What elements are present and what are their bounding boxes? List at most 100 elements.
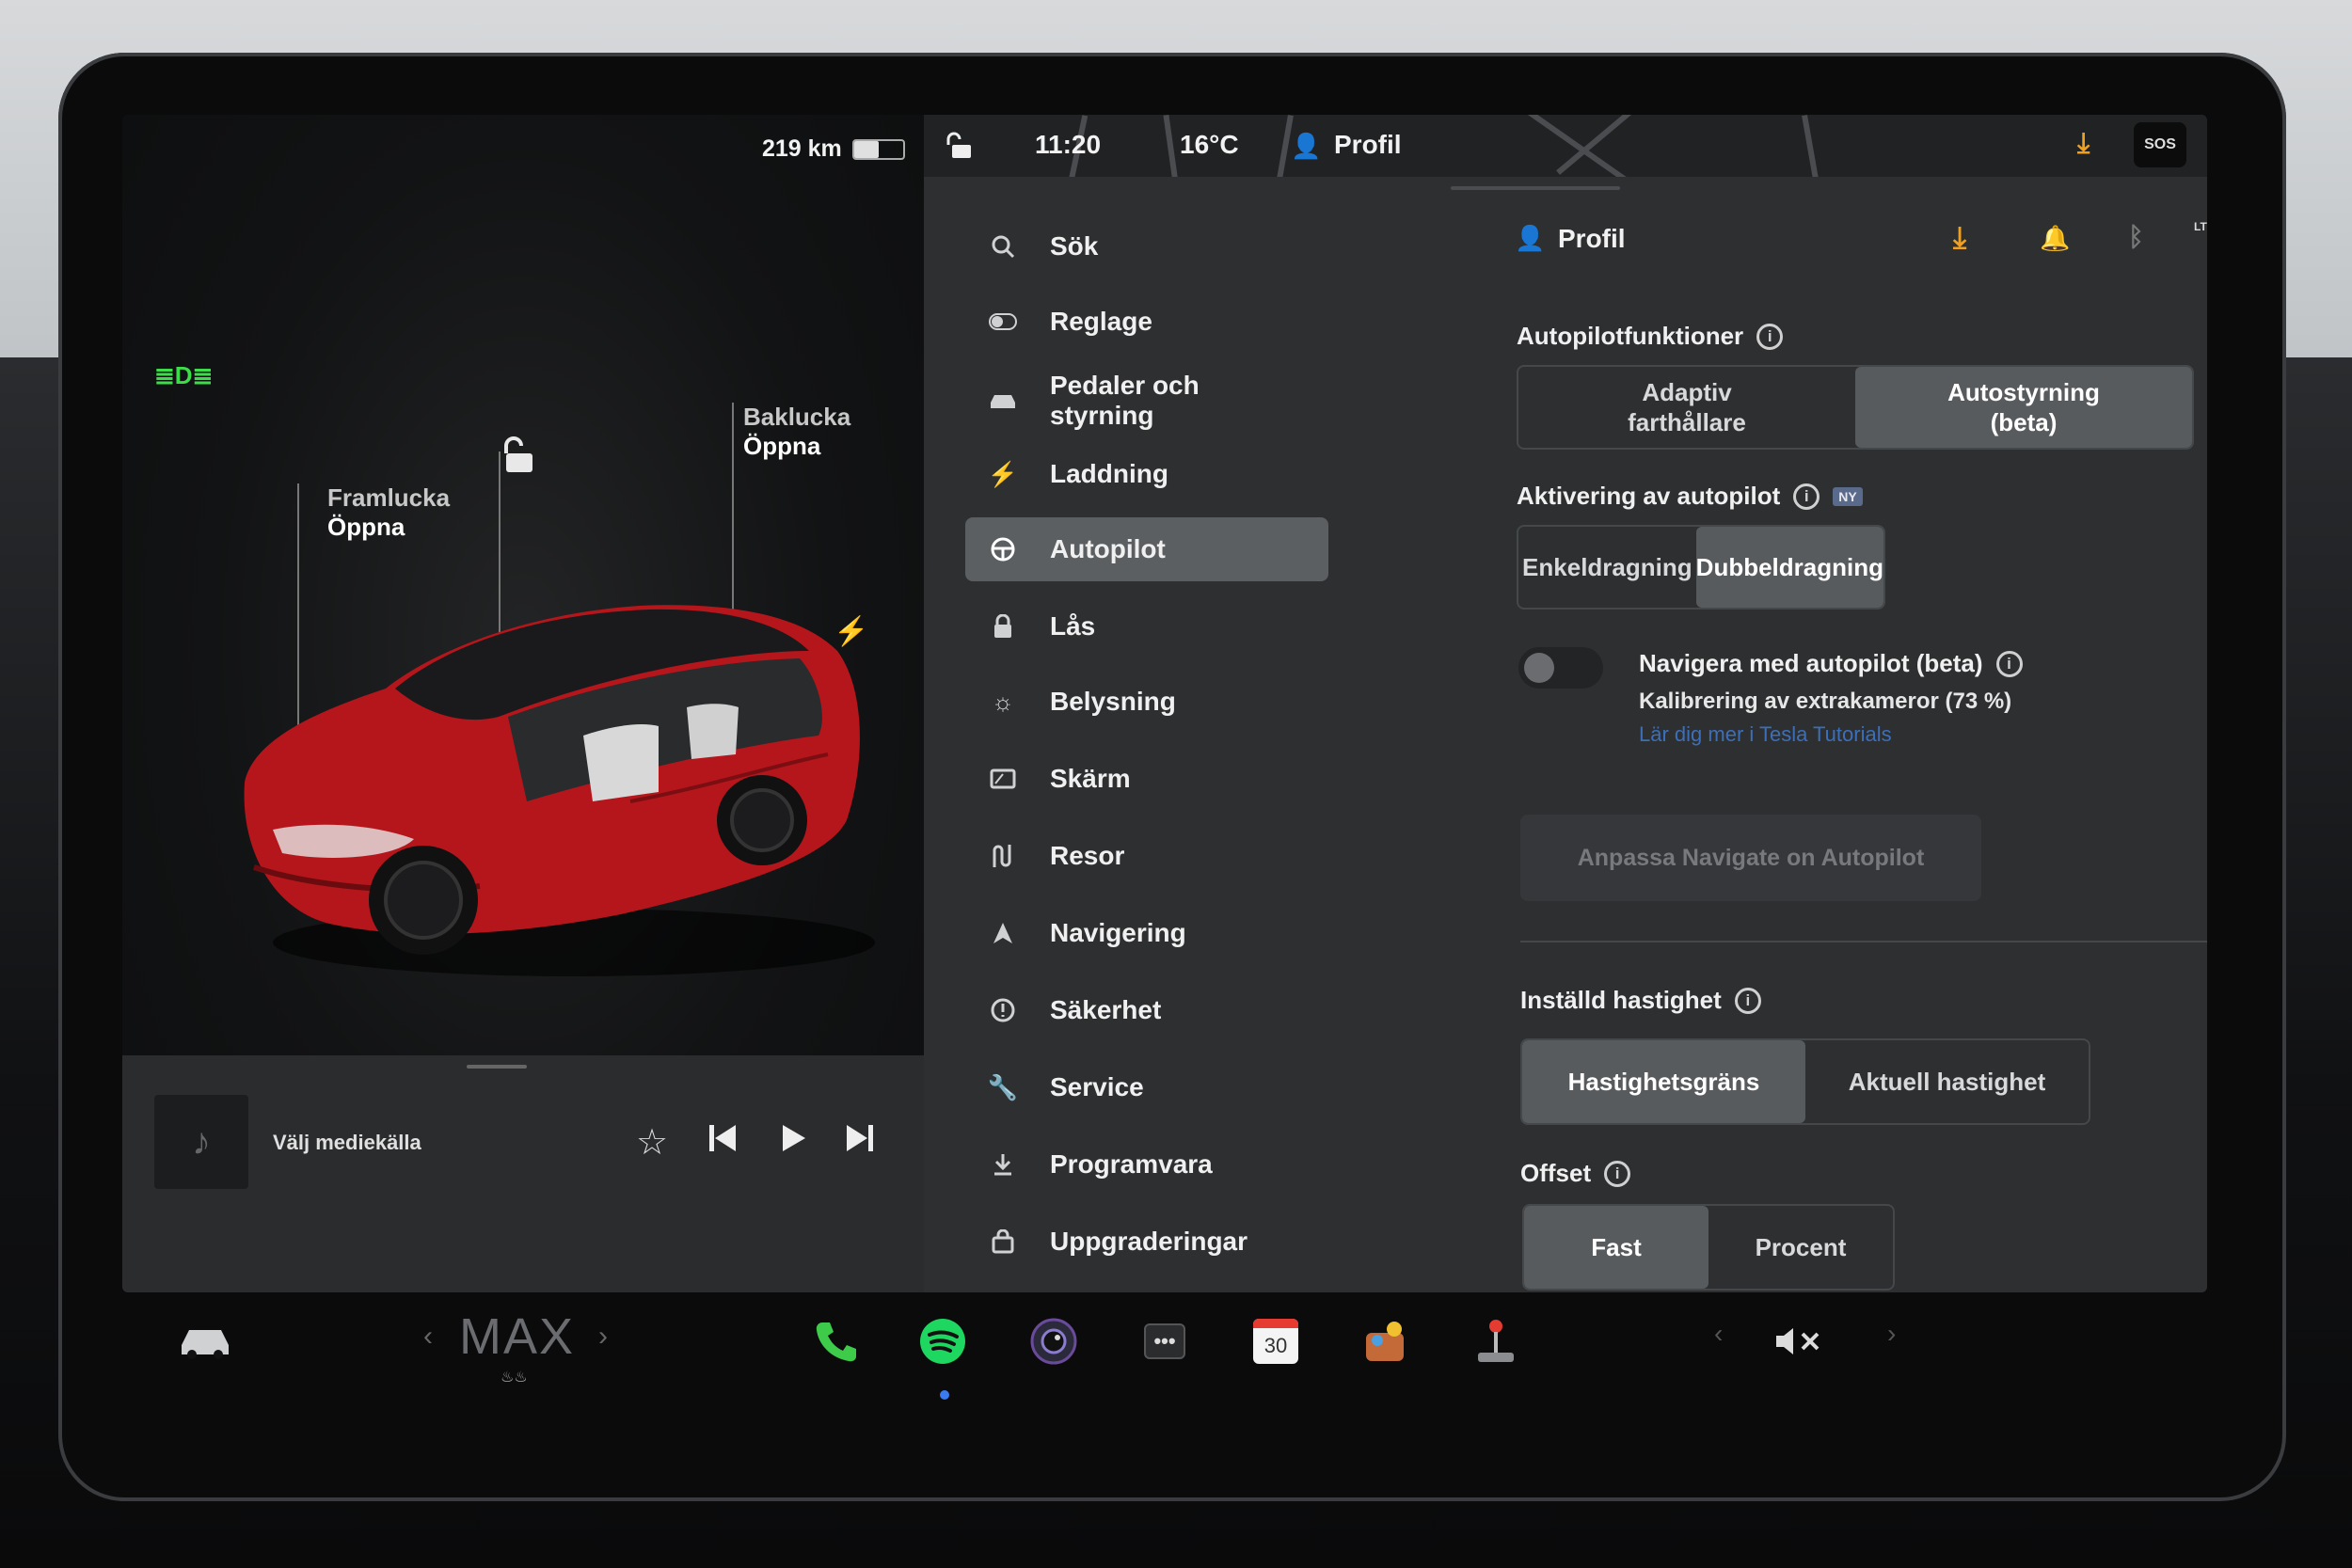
camera-icon[interactable] [1024, 1311, 1084, 1371]
unlock-icon[interactable] [502, 436, 536, 479]
menu-item-upgrades[interactable]: Uppgraderingar [965, 1210, 1328, 1274]
menu-label: Skärm [1050, 764, 1131, 793]
fixed-offset-option[interactable]: Fast [1524, 1206, 1708, 1289]
tesla-tutorials-link[interactable]: Lär dig mer i Tesla Tutorials [1639, 722, 1892, 747]
menu-item-display[interactable]: Skärm [965, 747, 1328, 811]
info-icon[interactable]: i [1995, 650, 2023, 677]
menu-item-charging[interactable]: ⚡ Laddning [965, 442, 1328, 506]
menu-label: Uppgraderingar [1050, 1227, 1248, 1256]
mute-icon[interactable] [1769, 1311, 1829, 1371]
volume-up-chevron-icon[interactable]: › [1887, 1319, 1896, 1349]
set-speed-title: Inställd hastighet i [1520, 986, 1761, 1015]
current-speed-option[interactable]: Aktuell hastighet [1805, 1040, 2089, 1123]
display-icon [984, 768, 1022, 789]
front-trunk-action: Öppna [327, 513, 405, 541]
profile-icon: 👤 [1515, 224, 1546, 252]
media-player: ♪ Välj mediekälla ☆ [122, 1055, 924, 1292]
previous-track-icon[interactable] [706, 1121, 739, 1160]
autopilot-activation-label: Aktivering av autopilot [1517, 482, 1781, 510]
adaptive-cruise-option[interactable]: Adaptiv farthållare [1518, 367, 1855, 448]
set-speed-selector: Hastighetsgräns Aktuell hastighet [1520, 1038, 2090, 1125]
lock-icon [984, 614, 1022, 639]
bluetooth-icon[interactable]: ᛒ [2128, 222, 2144, 252]
media-source-label[interactable]: Välj mediekälla [273, 1131, 421, 1155]
info-icon[interactable]: i [1604, 1160, 1631, 1187]
profile-status-icon[interactable]: 👤 [1291, 132, 1321, 161]
menu-item-locks[interactable]: Lås [965, 594, 1328, 658]
rear-trunk-action: Öppna [743, 432, 821, 460]
download-status-icon[interactable]: ⤓ [2077, 128, 2090, 160]
climate-max-label[interactable]: MAX [459, 1307, 575, 1366]
battery-icon [852, 139, 905, 160]
temp-down-chevron-icon[interactable]: ‹ [423, 1321, 433, 1353]
single-pull-option[interactable]: Enkeldragning [1518, 527, 1696, 608]
temp-up-chevron-icon[interactable]: › [598, 1321, 608, 1353]
sun-icon: ☼ [992, 687, 1014, 716]
menu-label: Navigering [1050, 918, 1186, 947]
album-art-placeholder-icon[interactable]: ♪ [154, 1095, 248, 1189]
profile-status-label[interactable]: Profil [1334, 130, 1402, 160]
notification-bell-icon[interactable]: 🔔 [2040, 224, 2070, 253]
menu-item-trips[interactable]: Resor [965, 824, 1328, 888]
navigate-autopilot-toggle[interactable] [1518, 647, 1603, 689]
download-icon [984, 1152, 1022, 1177]
menu-item-autopilot[interactable]: Autopilot [965, 517, 1328, 581]
menu-item-lights[interactable]: ☼ Belysning [965, 670, 1328, 734]
map-road [1163, 115, 1180, 177]
menu-label: Autopilot [1050, 534, 1166, 563]
phone-icon[interactable] [805, 1311, 866, 1371]
menu-item-search[interactable]: Sök [965, 214, 1328, 278]
menu-item-controls[interactable]: Reglage [965, 290, 1328, 354]
menu-label: Säkerhet [1050, 995, 1162, 1024]
clock: 11:20 [1035, 130, 1102, 159]
panel-handle[interactable] [1451, 186, 1620, 190]
front-trunk-button[interactable]: Framlucka Öppna [327, 483, 450, 542]
front-trunk-label: Framlucka [327, 483, 451, 512]
menu-label: Resor [1050, 841, 1125, 870]
favorite-star-icon[interactable]: ☆ [636, 1121, 668, 1164]
calendar-day: 30 [1263, 1334, 1288, 1357]
safety-icon [984, 997, 1022, 1023]
trips-icon [984, 843, 1022, 869]
percent-offset-option[interactable]: Procent [1708, 1206, 1893, 1289]
spotify-icon[interactable] [913, 1311, 973, 1371]
car-icon[interactable] [175, 1311, 235, 1371]
software-update-icon[interactable]: ⤓ [1953, 220, 1966, 256]
double-pull-option[interactable]: Dubbeldragning [1695, 527, 1883, 608]
menu-item-service[interactable]: 🔧 Service [965, 1055, 1328, 1119]
lock-status-icon[interactable] [946, 132, 975, 165]
set-speed-label: Inställd hastighet [1520, 986, 1722, 1014]
media-handle[interactable] [467, 1065, 527, 1069]
menu-item-pedals-steering[interactable]: Pedaler och styrning [965, 363, 1328, 438]
outside-temperature: 16°C [1180, 130, 1239, 159]
arcade-joystick-icon[interactable] [1466, 1311, 1526, 1371]
info-icon[interactable]: i [1734, 987, 1761, 1014]
menu-label: Belysning [1050, 687, 1176, 716]
volume-down-chevron-icon[interactable]: ‹ [1714, 1319, 1723, 1349]
toybox-icon[interactable] [1357, 1311, 1417, 1371]
speed-limit-option[interactable]: Hastighetsgräns [1522, 1040, 1805, 1123]
customize-navigate-autopilot-button[interactable]: Anpassa Navigate on Autopilot [1520, 815, 1981, 901]
menu-item-safety[interactable]: Säkerhet [965, 978, 1328, 1042]
more-apps-icon[interactable]: ••• [1135, 1311, 1195, 1371]
panel-title[interactable]: Profil [1558, 224, 1626, 254]
camera-calibration-status: Kalibrering av extrakameror (73 %) [1639, 689, 2012, 714]
autopilot-features-selector: Adaptiv farthållare Autostyrning (beta) [1517, 365, 2194, 450]
autosteer-option[interactable]: Autostyrning (beta) [1855, 367, 2192, 448]
menu-item-software[interactable]: Programvara [965, 1132, 1328, 1196]
next-track-icon[interactable] [843, 1121, 877, 1160]
menu-label: Reglage [1050, 307, 1152, 336]
rear-trunk-button[interactable]: Baklucka Öppna [743, 403, 850, 461]
offset-selector: Fast Procent [1522, 1204, 1895, 1291]
calendar-icon[interactable]: 30 [1246, 1311, 1306, 1371]
autopilot-features-title: Autopilotfunktioner i [1517, 322, 1784, 351]
info-icon[interactable]: i [1756, 323, 1784, 350]
active-app-indicator [940, 1390, 949, 1400]
menu-item-navigation[interactable]: Navigering [965, 901, 1328, 965]
seat-heater-icon[interactable]: ♨♨ [501, 1368, 528, 1386]
steering-wheel-icon [984, 536, 1022, 562]
play-icon[interactable] [775, 1121, 809, 1160]
sos-button[interactable]: SOS [2134, 122, 2186, 167]
navigate-autopilot-label: Navigera med autopilot (beta) [1639, 649, 1983, 677]
info-icon[interactable]: i [1793, 483, 1820, 510]
